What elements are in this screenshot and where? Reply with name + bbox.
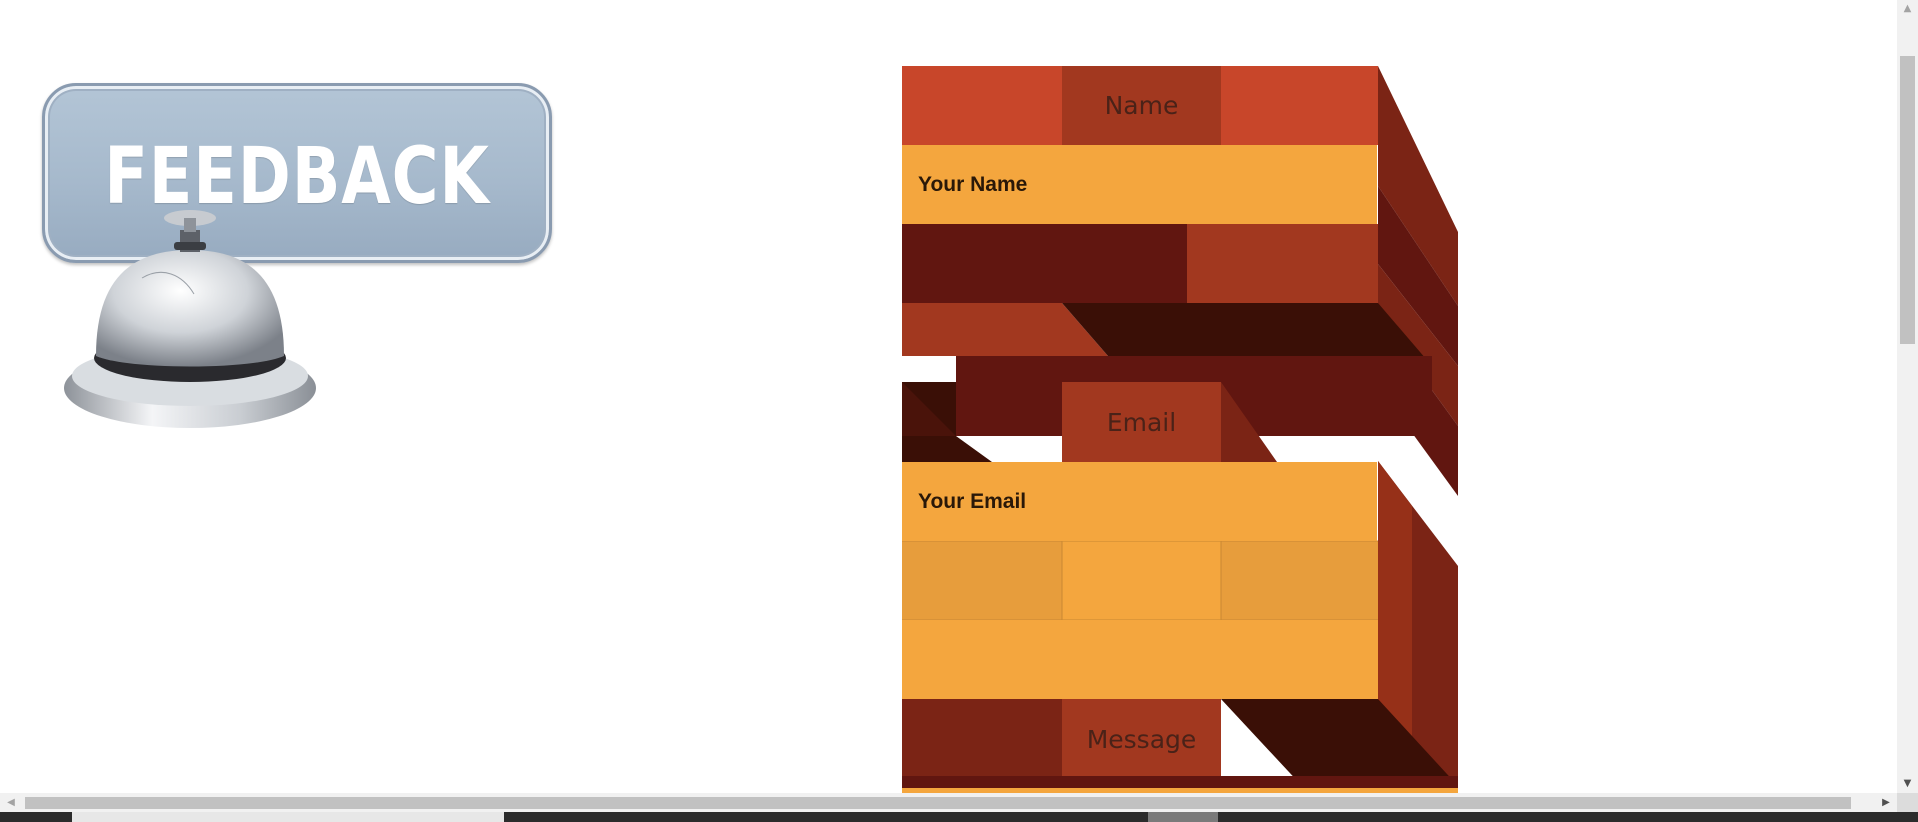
bell-icon [64,210,316,428]
email-input[interactable] [902,462,1377,541]
name-input[interactable] [902,145,1377,224]
horizontal-scrollbar[interactable]: ◀ ▶ [0,793,1897,812]
vertical-scroll-thumb[interactable] [1900,56,1915,344]
scroll-down-icon[interactable]: ▼ [1897,775,1918,793]
vertical-scrollbar[interactable]: ▲ ▼ [1897,0,1918,793]
bottom-strip-segment [72,812,504,822]
scroll-up-icon[interactable]: ▲ [1897,0,1918,18]
scroll-right-icon[interactable]: ▶ [1877,793,1895,812]
horizontal-scroll-thumb[interactable] [25,797,1851,809]
bottom-strip [0,812,1918,822]
email-label: Email [1106,407,1177,437]
page-viewport: FEEDBACK Name Your Name Email Your Email… [0,0,1897,793]
name-label: Name [1104,91,1179,120]
scroll-left-icon[interactable]: ◀ [2,793,20,812]
scrollbar-corner [1897,793,1918,812]
bottom-strip-segment [1148,812,1218,822]
message-label: Message [1086,724,1197,754]
